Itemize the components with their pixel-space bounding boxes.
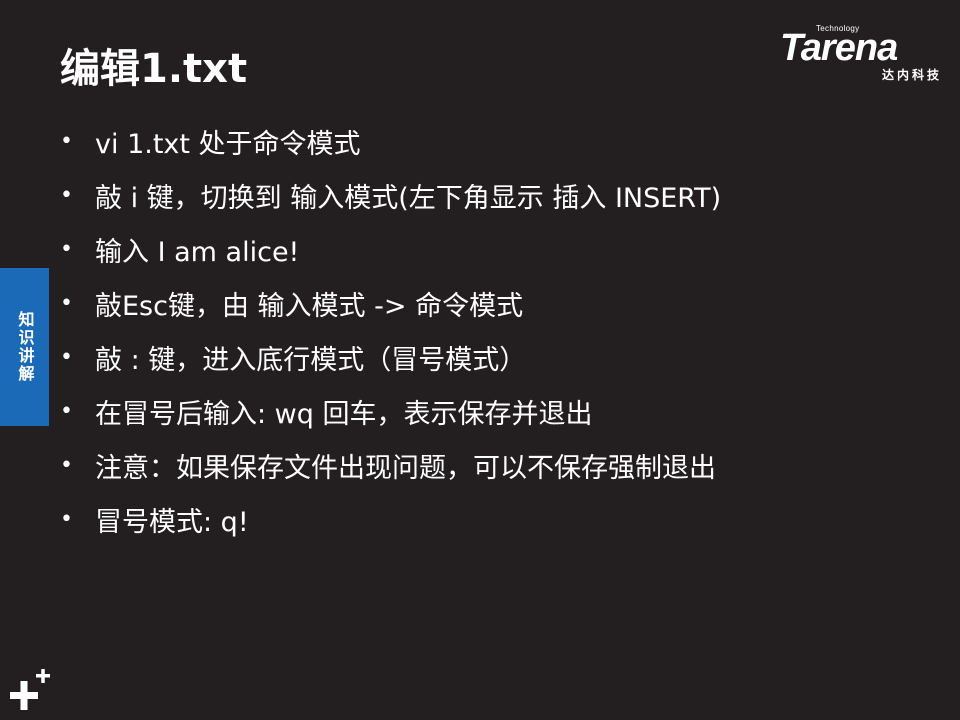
bullet-text: vi 1.txt 处于命令模式 <box>95 128 361 160</box>
list-item: • 敲 i 键，切换到 输入模式(左下角显示 插入 INSERT) <box>60 168 721 222</box>
bullet-text: 注意：如果保存文件出现问题，可以不保存强制退出 <box>95 452 716 484</box>
list-item: • 在冒号后输入: wq 回车，表示保存并退出 <box>60 384 721 438</box>
bullet-text: 敲Esc键，由 输入模式 -> 命令模式 <box>95 290 524 322</box>
bullet-icon: • <box>60 236 73 262</box>
bullet-icon: • <box>60 398 73 424</box>
slide: 编辑1.txt Technology Tarena 达内科技 知识讲解 • vi… <box>0 0 960 720</box>
tarena-logo: Technology Tarena 达内科技 <box>780 24 950 88</box>
bullet-icon: • <box>60 452 73 478</box>
list-item: • 敲Esc键，由 输入模式 -> 命令模式 <box>60 276 721 330</box>
bullet-text: 冒号模式: q! <box>95 506 249 538</box>
side-section-tab: 知识讲解 <box>0 268 49 426</box>
bullet-text: 输入 I am alice! <box>95 236 300 268</box>
logo-brand-text: Tarena <box>780 27 898 69</box>
bullet-icon: • <box>60 290 73 316</box>
plus-icon <box>10 669 50 710</box>
list-item: • 敲 : 键，进入底行模式（冒号模式） <box>60 330 721 384</box>
logo-subtitle-text: 达内科技 <box>881 68 942 82</box>
list-item: • 输入 I am alice! <box>60 222 721 276</box>
side-tab-label: 知识讲解 <box>15 311 35 383</box>
slide-title: 编辑1.txt <box>60 46 248 92</box>
bullet-icon: • <box>60 506 73 532</box>
bullet-icon: • <box>60 128 73 154</box>
list-item: • vi 1.txt 处于命令模式 <box>60 114 721 168</box>
bullet-text: 敲 i 键，切换到 输入模式(左下角显示 插入 INSERT) <box>95 182 722 214</box>
bullet-icon: • <box>60 344 73 370</box>
bullet-icon: • <box>60 182 73 208</box>
list-item: • 注意：如果保存文件出现问题，可以不保存强制退出 <box>60 438 721 492</box>
list-item: • 冒号模式: q! <box>60 492 721 546</box>
bullet-text: 敲 : 键，进入底行模式（冒号模式） <box>95 344 527 376</box>
bullet-list: • vi 1.txt 处于命令模式 • 敲 i 键，切换到 输入模式(左下角显示… <box>60 114 721 546</box>
bullet-text: 在冒号后输入: wq 回车，表示保存并退出 <box>95 398 593 430</box>
